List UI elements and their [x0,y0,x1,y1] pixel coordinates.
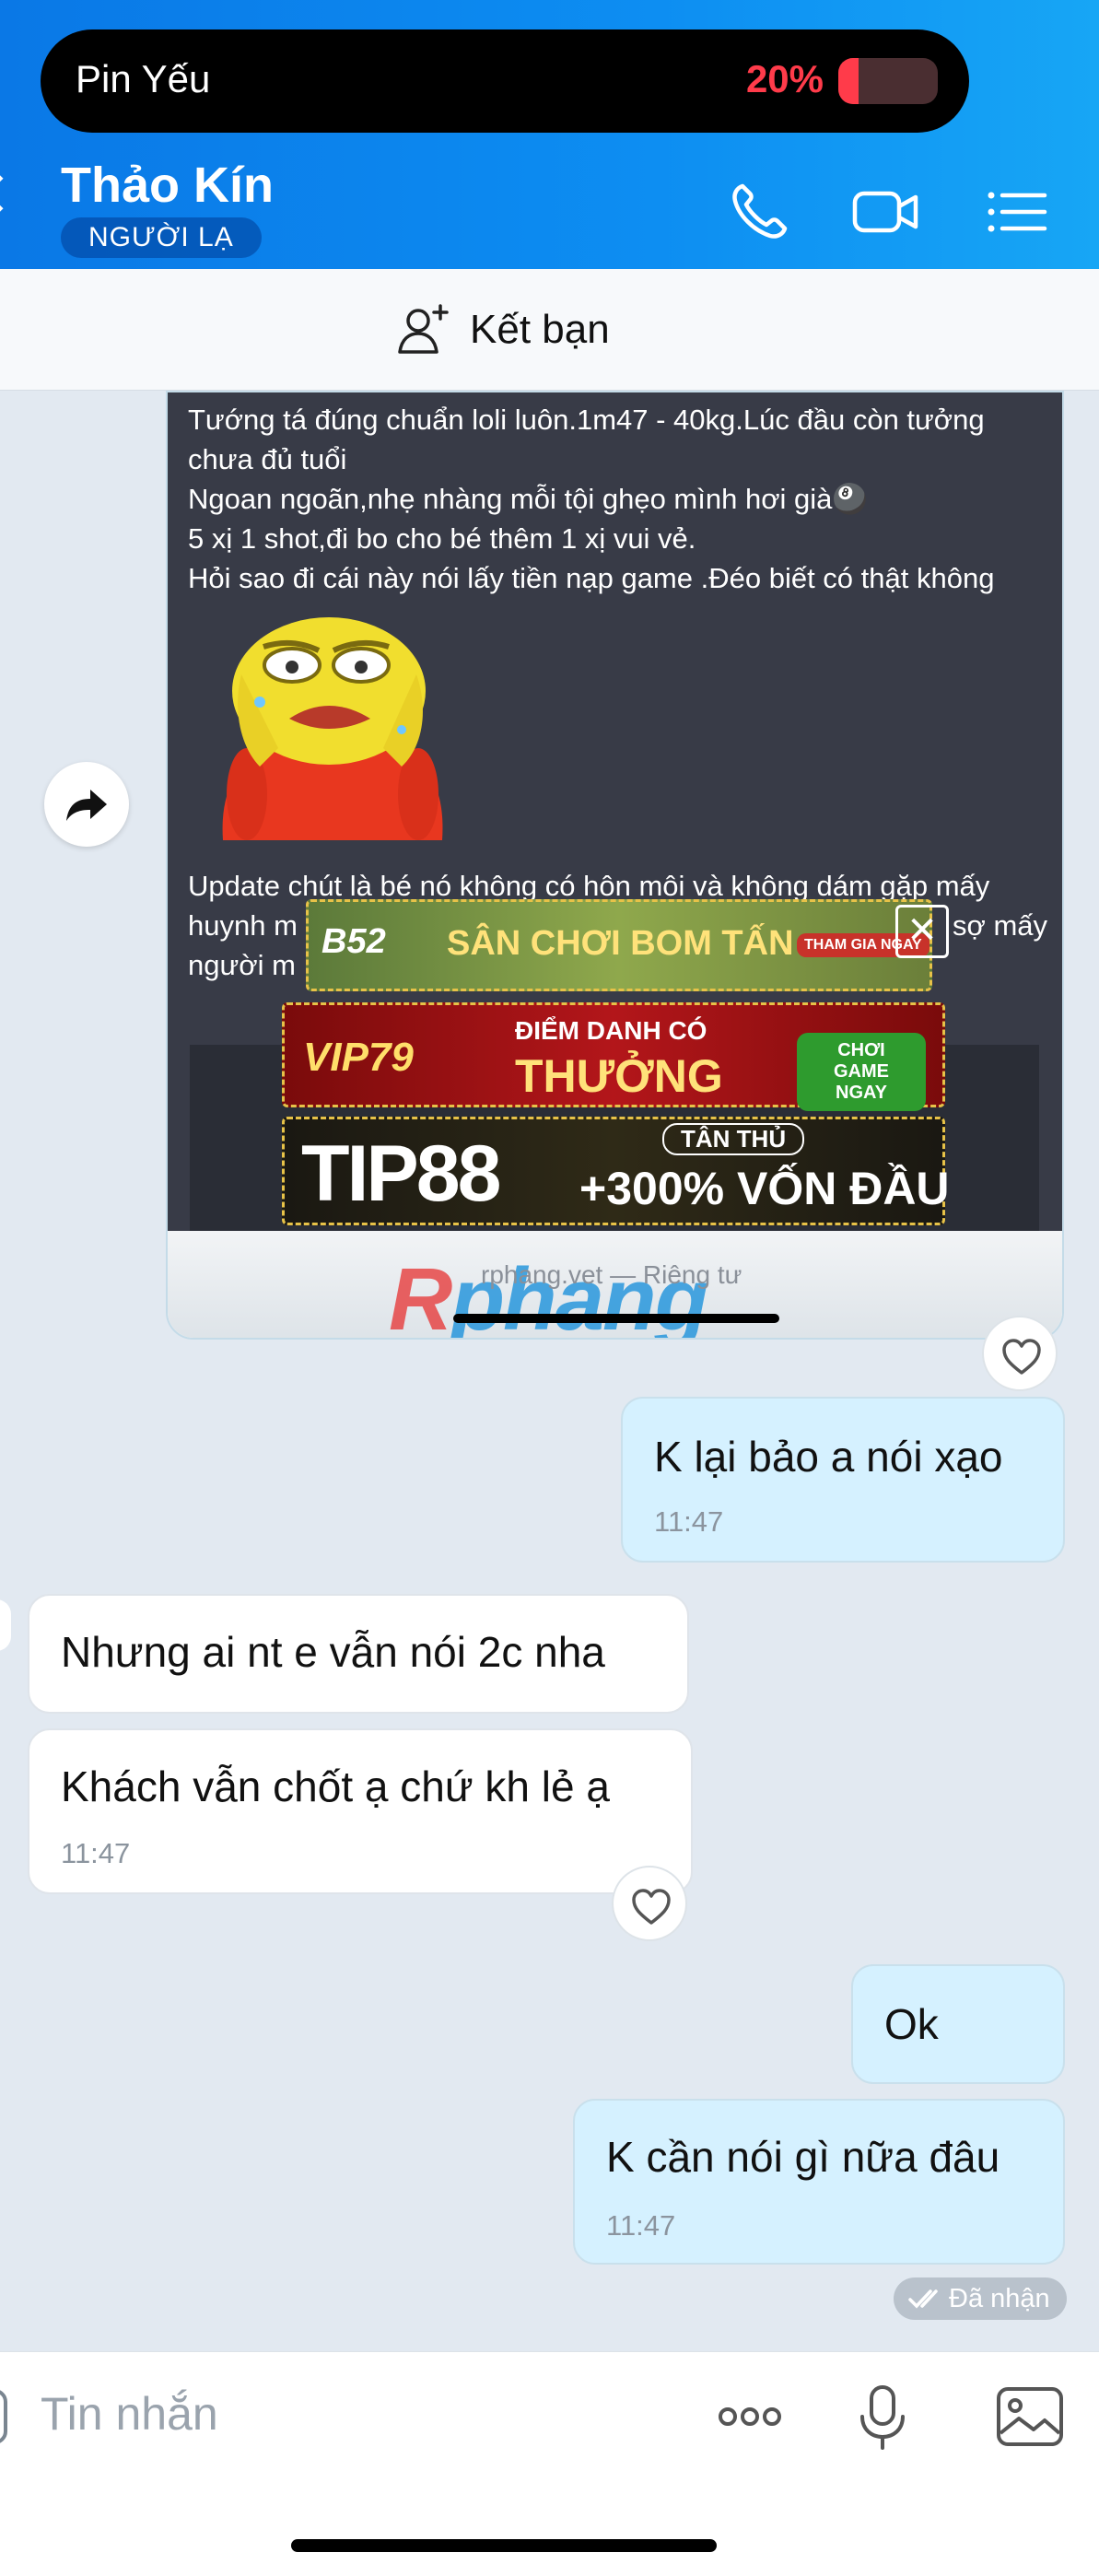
message-bubble-incoming[interactable]: Nhưng ai nt e vẫn nói 2c nha [28,1594,689,1714]
image-icon[interactable] [993,2380,1067,2453]
heart-icon [1002,1339,1041,1375]
back-chevron-icon[interactable] [0,175,18,212]
post-line: huynh m [188,909,298,942]
message-bubble-outgoing[interactable]: K lại bảo a nói xạo 11:47 [621,1397,1065,1563]
avatar[interactable] [0,1599,11,1651]
sticker-icon[interactable] [0,2389,7,2444]
heart-icon [632,1889,671,1925]
message-text: K cần nói gì nữa đâu [606,2133,1000,2181]
post-text: Tướng tá đúng chuẩn loli luôn.1m47 - 40k… [188,400,1054,598]
react-heart-button[interactable] [612,1866,687,1941]
low-battery-alert: Pin Yếu 20% [41,29,969,133]
message-bubble-outgoing[interactable]: Ok [851,1964,1065,2084]
embedded-home-indicator [453,1314,779,1323]
battery-percent: 20% [745,57,824,100]
sad-frog-sticker-icon [222,617,443,840]
ad-banner-tip88[interactable]: TIP88 TÂN THỦ +300% VỐN ĐẦU [282,1117,950,1225]
message-text: Ok [884,2000,939,2048]
ad-headline: THƯỞNG [515,1050,723,1102]
ad-close-button[interactable]: ✕ [895,905,949,958]
message-time: 11:47 [654,1505,724,1538]
ad-banner-b52[interactable]: B52 SÂN CHƠI BOM TẤN THAM GIA NGAY [306,899,932,991]
message-time: 11:47 [61,1837,131,1869]
ad-banner-vip79[interactable]: VIP79 ĐIỂM DANH CÓ THƯỞNG CHƠI GAME NGAY [282,1002,945,1111]
add-user-icon [398,304,449,354]
react-heart-button[interactable] [982,1316,1058,1391]
ad-cta[interactable]: CHƠI GAME NGAY [797,1033,926,1111]
message-text: Nhưng ai nt e vẫn nói 2c nha [61,1628,605,1676]
add-friend-label: Kết bạn [470,307,610,352]
ad-subhead: TÂN THỦ [662,1123,805,1155]
forward-button[interactable] [44,762,129,847]
ad-subhead: ĐIỂM DANH CÓ [515,1016,707,1045]
stranger-badge: NGƯỜI LẠ [61,217,262,258]
post-line: sợ mấy [953,909,1048,942]
message-text: K lại bảo a nói xạo [654,1433,1003,1481]
link-domain: rphang.vet — Riêng tư [481,1260,742,1289]
message-time: 11:47 [606,2209,676,2242]
battery-label: Pin Yếu [76,57,211,100]
ad-headline: +300% VỐN ĐẦU [579,1163,950,1214]
message-input[interactable]: Tin nhắn [41,2387,218,2441]
ad-headline: SÂN CHƠI BOM TẤN [447,924,794,963]
link-preview-footer: Rphang rphang.vet — Riêng tư [168,1231,1062,1338]
video-call-icon[interactable] [849,175,923,249]
microphone-icon[interactable] [846,2380,919,2453]
home-indicator [291,2539,717,2552]
shared-link-card[interactable]: Tướng tá đúng chuẩn loli luôn.1m47 - 40k… [166,391,1064,1340]
ad-brand: B52 [322,922,386,961]
add-friend-bar[interactable]: Kết bạn [0,269,1099,391]
more-dots-icon[interactable] [713,2380,787,2453]
double-check-icon [908,2289,938,2309]
menu-list-icon[interactable] [980,175,1054,249]
shared-post-preview: Tướng tá đúng chuẩn loli luôn.1m47 - 40k… [168,392,1062,1238]
message-text: Khách vẫn chốt ạ chứ kh lẻ ạ [61,1762,610,1810]
delivery-status-badge: Đã nhận [894,2277,1067,2320]
post-line: Hỏi sao đi cái này nói lấy tiền nạp game… [188,562,995,594]
contact-name[interactable]: Thảo Kín [61,157,274,214]
post-line: chưa đủ tuổi [188,443,347,475]
ad-brand: TIP88 [301,1130,501,1218]
post-line: Tướng tá đúng chuẩn loli luôn.1m47 - 40k… [188,404,985,436]
battery-icon [838,58,938,104]
delivery-status-text: Đã nhận [949,2284,1050,2313]
post-line: 5 xị 1 shot,đi bo cho bé thêm 1 xị vui v… [188,522,696,555]
message-bubble-incoming[interactable]: Khách vẫn chốt ạ chứ kh lẻ ạ 11:47 [28,1728,693,1894]
post-line: Ngoan ngoãn,nhẹ nhàng mỗi tội ghẹo mình … [188,483,868,515]
forward-arrow-icon [66,790,107,821]
message-bubble-outgoing[interactable]: K cần nói gì nữa đâu 11:47 [573,2099,1065,2265]
ad-brand: VIP79 [303,1035,414,1080]
chat-header: Pin Yếu 20% Thảo Kín NGƯỜI LẠ [0,0,1099,269]
phone-icon[interactable] [722,175,796,249]
